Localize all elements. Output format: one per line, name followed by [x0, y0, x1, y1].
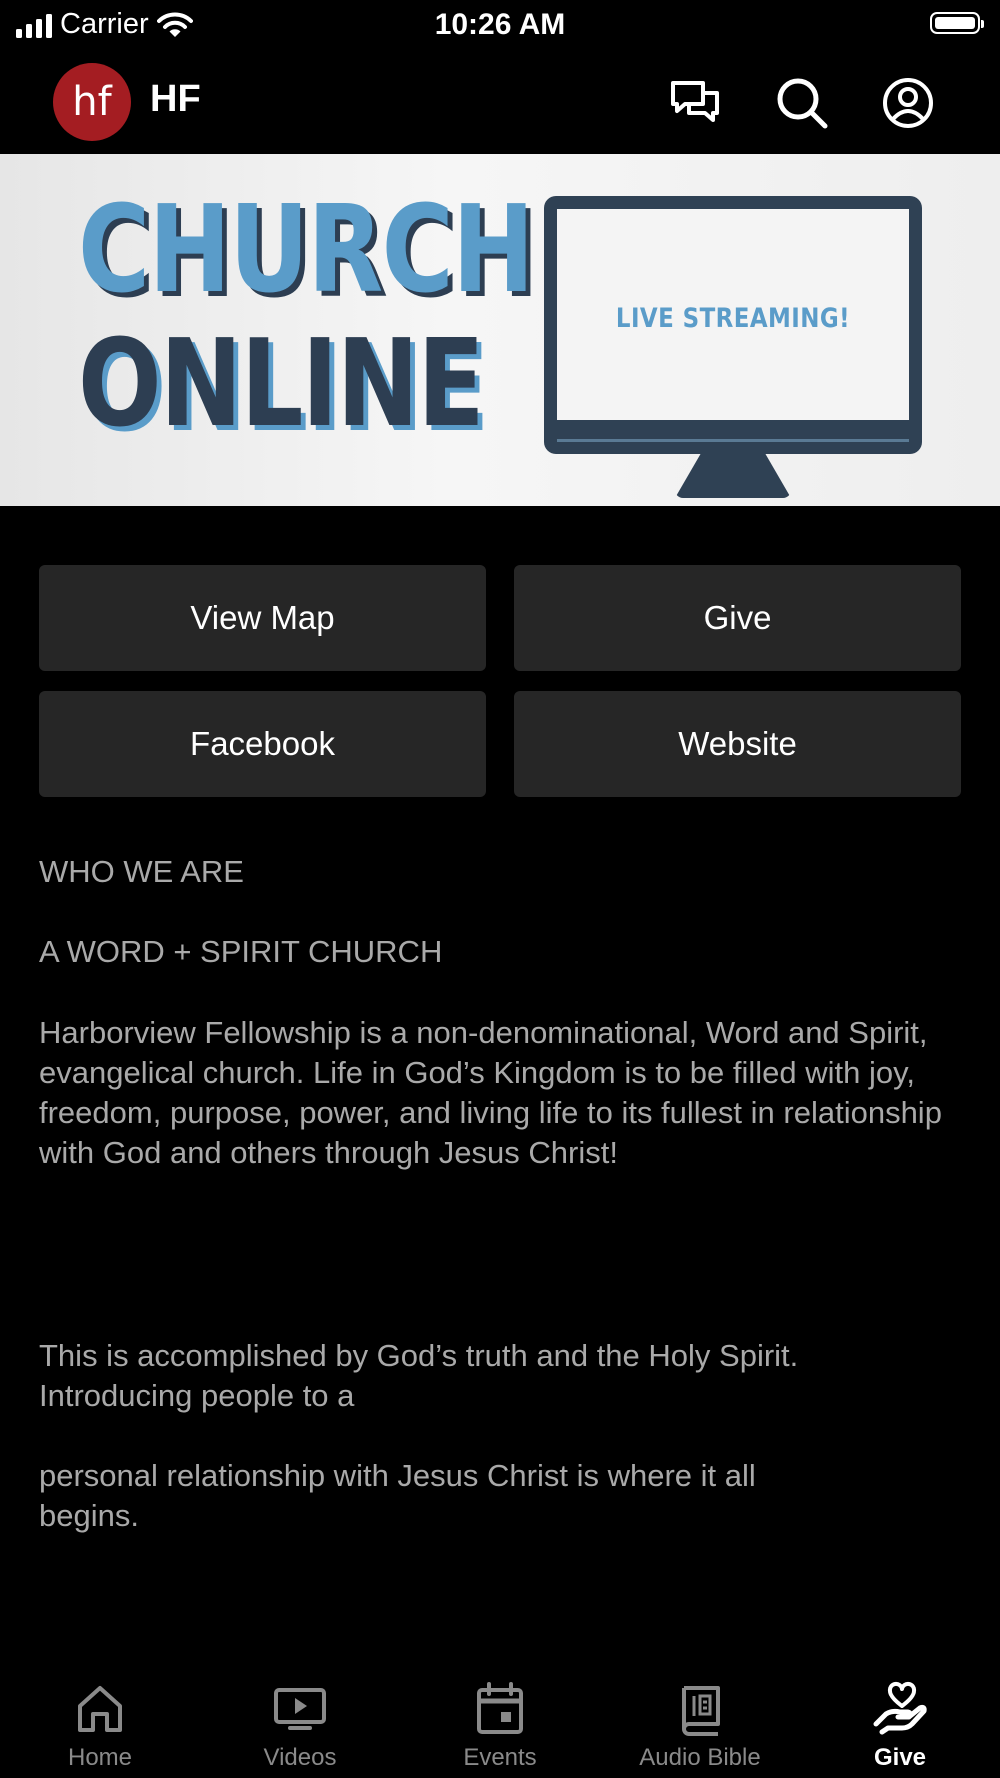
banner-title: CHURCH ONLINE: [78, 181, 535, 454]
church-online-banner[interactable]: CHURCH ONLINE LIVE STREAMING!: [0, 154, 1000, 506]
tab-give[interactable]: Give: [800, 1668, 1000, 1778]
status-time: 10:26 AM: [434, 8, 566, 41]
app-header: hf HF: [0, 50, 1000, 154]
section-heading: WHO WE ARE: [39, 854, 244, 889]
give-heart-hand-icon: [872, 1680, 928, 1736]
status-bar: Carrier 10:26 AM: [0, 0, 1000, 50]
logo-text: hf: [72, 79, 112, 125]
about-paragraph: Harborview Fellowship is a non-denominat…: [39, 1015, 942, 1170]
tab-home[interactable]: Home: [0, 1668, 200, 1778]
calendar-icon: [472, 1680, 528, 1736]
battery-icon: [930, 12, 984, 34]
monitor-divider: [557, 439, 909, 442]
view-map-button[interactable]: View Map: [39, 565, 486, 671]
mission-paragraph: This is accomplished by God’s truth and …: [39, 1338, 799, 1413]
video-icon: [272, 1680, 328, 1736]
facebook-button[interactable]: Facebook: [39, 691, 486, 797]
app-title: HF: [150, 78, 201, 120]
tab-label: Audio Bible: [639, 1744, 761, 1771]
live-streaming-text: LIVE STREAMING!: [615, 303, 851, 334]
tab-events[interactable]: Events: [400, 1668, 600, 1778]
tab-audio-bible[interactable]: Audio Bible: [600, 1668, 800, 1778]
tab-videos[interactable]: Videos: [200, 1668, 400, 1778]
tab-label: Events: [463, 1744, 537, 1771]
banner-line-online: ONLINE: [78, 315, 485, 454]
section-subheading: A WORD + SPIRIT CHURCH: [39, 934, 443, 969]
tab-label: Videos: [263, 1744, 337, 1771]
monitor-illustration: LIVE STREAMING!: [544, 196, 922, 454]
bible-icon: [672, 1680, 728, 1736]
tab-bar: Home Videos Events Audio Bible Give: [0, 1668, 1000, 1778]
banner-line-church: CHURCH: [78, 181, 535, 320]
profile-icon[interactable]: [881, 76, 935, 130]
church-logo[interactable]: hf: [53, 63, 131, 141]
website-button[interactable]: Website: [514, 691, 961, 797]
give-button[interactable]: Give: [514, 565, 961, 671]
tab-label: Home: [67, 1744, 133, 1771]
messages-icon[interactable]: [668, 76, 722, 130]
monitor-stand: [675, 454, 791, 498]
mission-paragraph-continued: personal relationship with Jesus Christ …: [39, 1458, 756, 1533]
home-icon: [72, 1680, 128, 1736]
tab-label: Give: [873, 1744, 927, 1771]
search-icon[interactable]: [775, 76, 829, 130]
